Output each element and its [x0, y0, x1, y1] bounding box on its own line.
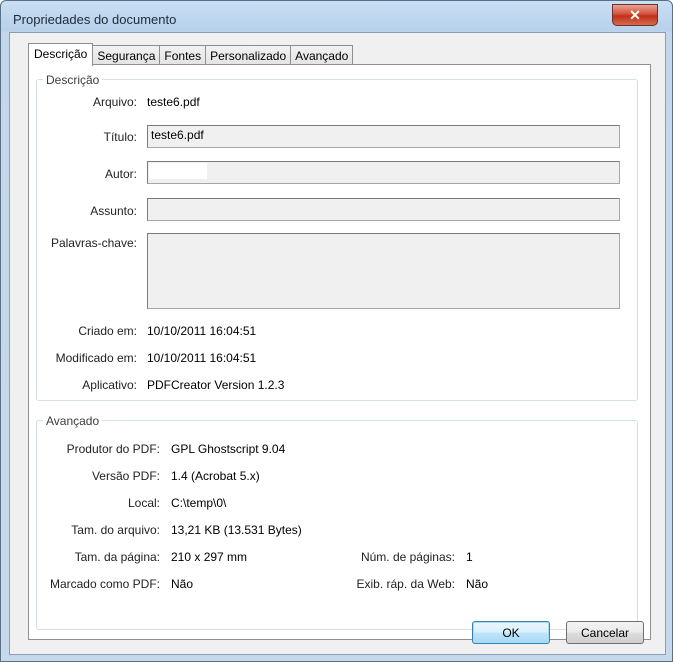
dialog-client-area: Descrição Segurança Fontes Personalizado… — [9, 32, 666, 655]
tab-seguranca[interactable]: Segurança — [93, 45, 161, 66]
file-label: Arquivo: — [92, 95, 137, 109]
tagged-pdf-value: Não — [171, 577, 194, 591]
window-title: Propriedades do documento — [13, 12, 177, 27]
producer-label: Produtor do PDF: — [66, 442, 160, 456]
pdf-version-value: 1.4 (Acrobat 5.x) — [171, 469, 260, 483]
modified-value: 10/10/2011 16:04:51 — [147, 351, 257, 365]
title-field-value: teste6.pdf — [151, 128, 204, 142]
page-size-label: Tam. da página: — [74, 550, 160, 564]
author-field[interactable] — [147, 161, 620, 184]
page-size-value: 210 x 297 mm — [171, 550, 248, 564]
file-value: teste6.pdf — [147, 95, 200, 109]
document-properties-window: Propriedades do documento ✕ Descrição Se… — [0, 0, 673, 662]
file-size-label: Tam. do arquivo: — [71, 523, 160, 537]
page-count-label: Núm. de páginas: — [360, 550, 455, 564]
subject-field[interactable] — [147, 198, 620, 221]
tab-strip: Descrição Segurança Fontes Personalizado… — [28, 43, 354, 66]
application-label: Aplicativo: — [82, 378, 137, 392]
keywords-field[interactable] — [147, 233, 620, 309]
close-button[interactable]: ✕ — [612, 4, 658, 26]
advanced-group-title: Avançado — [43, 414, 103, 428]
location-value: C:\temp\0\ — [171, 496, 227, 510]
modified-label: Modificado em: — [55, 351, 137, 365]
created-label: Criado em: — [78, 324, 137, 338]
tagged-pdf-label: Marcado como PDF: — [49, 577, 160, 591]
fast-web-view-label: Exib. ráp. da Web: — [356, 577, 456, 591]
title-field[interactable]: teste6.pdf — [147, 125, 620, 148]
advanced-group: Avançado Produtor do PDF: GPL Ghostscrip… — [36, 414, 638, 630]
tab-personalizado[interactable]: Personalizado — [206, 45, 292, 66]
application-value: PDFCreator Version 1.2.3 — [147, 378, 285, 392]
subject-label: Assunto: — [90, 204, 137, 218]
fast-web-view-value: Não — [466, 577, 489, 591]
tab-avancado[interactable]: Avançado — [291, 45, 354, 66]
author-field-highlight — [149, 163, 207, 179]
author-label: Autor: — [104, 167, 137, 181]
tab-descricao[interactable]: Descrição — [28, 43, 94, 66]
file-size-value: 13,21 KB (13.531 Bytes) — [171, 523, 302, 537]
keywords-label: Palavras-chave: — [50, 236, 137, 250]
page-count-value: 1 — [466, 550, 473, 564]
location-label: Local: — [127, 496, 160, 510]
producer-value: GPL Ghostscript 9.04 — [171, 442, 286, 456]
description-group-title: Descrição — [43, 73, 103, 87]
pdf-version-label: Versão PDF: — [91, 469, 160, 483]
tab-fontes[interactable]: Fontes — [160, 45, 207, 66]
ok-button[interactable]: OK — [472, 621, 550, 644]
cancel-button[interactable]: Cancelar — [566, 621, 644, 644]
created-value: 10/10/2011 16:04:51 — [147, 324, 257, 338]
tab-panel-descricao: Descrição Arquivo: teste6.pdf Título: te… — [28, 64, 651, 640]
description-group: Descrição Arquivo: teste6.pdf Título: te… — [36, 73, 638, 401]
close-icon: ✕ — [629, 6, 641, 23]
title-label: Título: — [103, 130, 137, 144]
